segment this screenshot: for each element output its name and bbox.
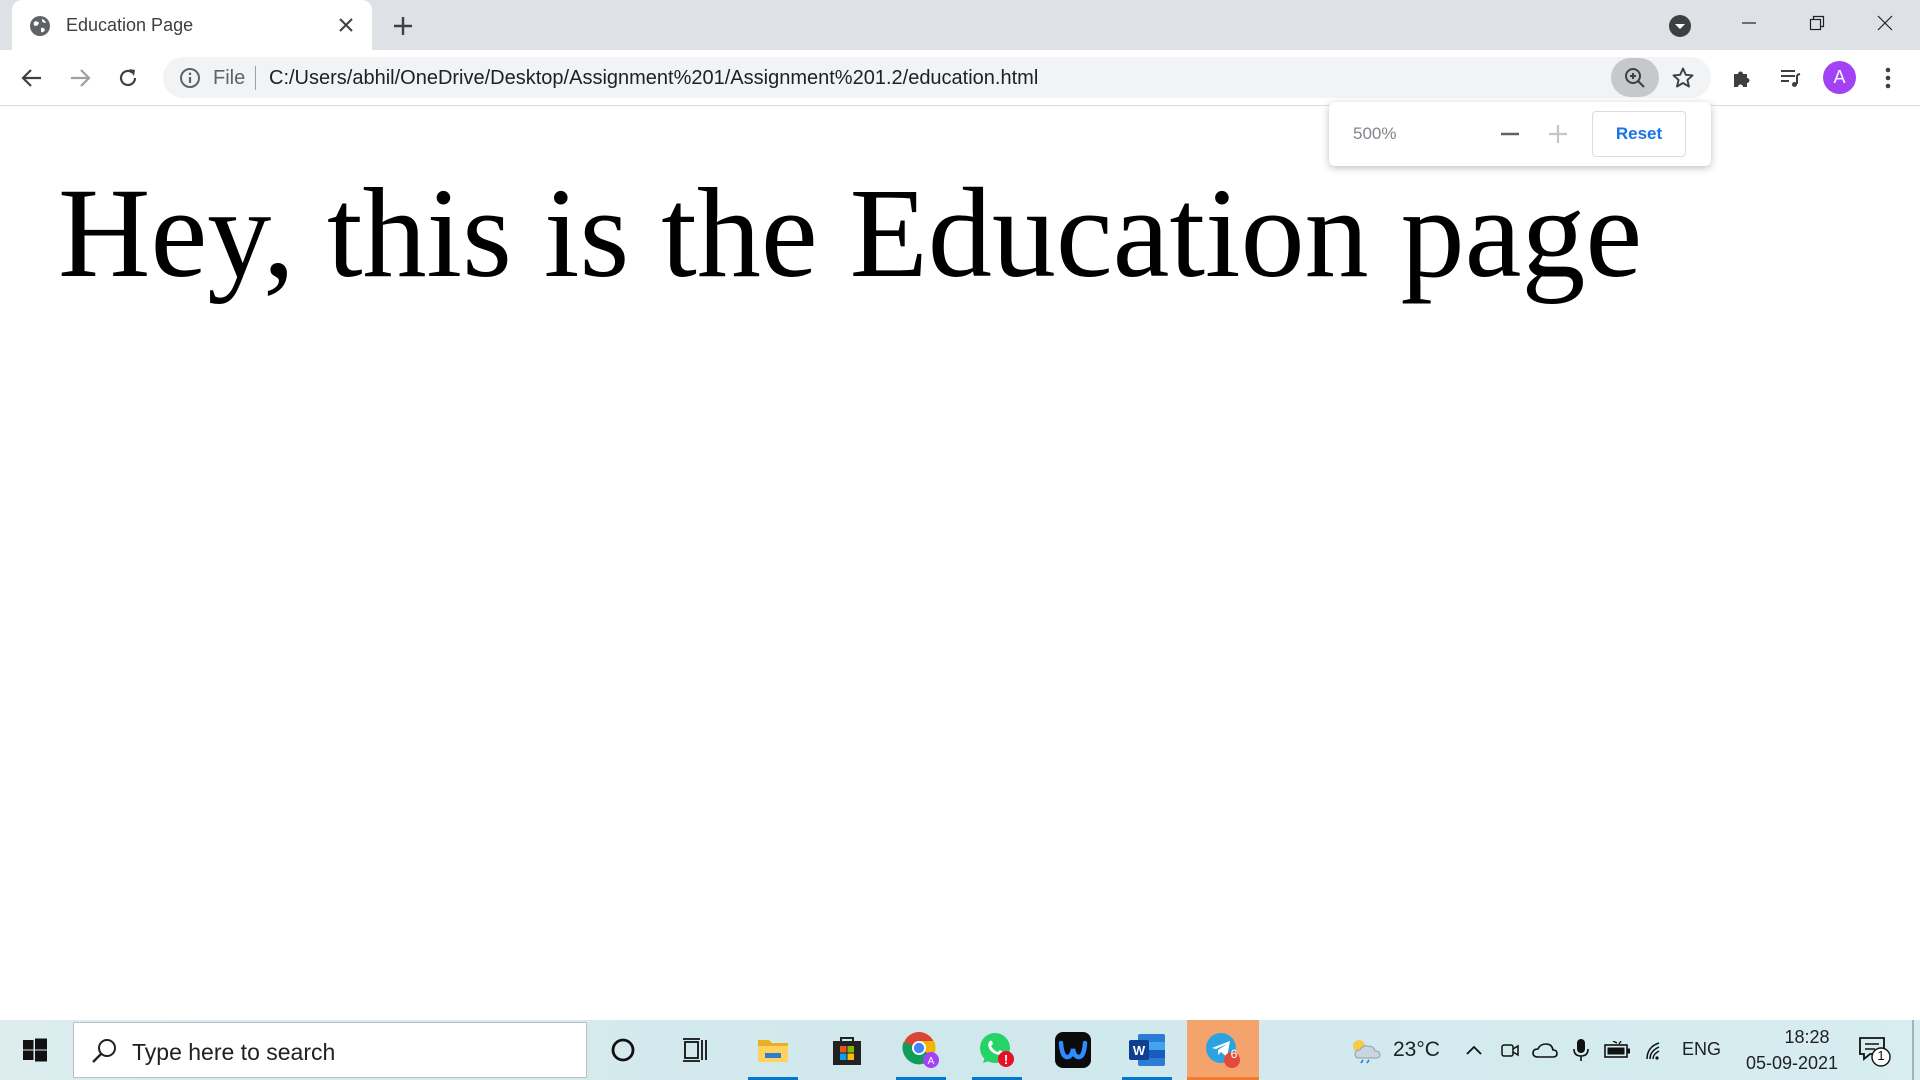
- tab-search-icon[interactable]: [1668, 14, 1692, 38]
- svg-text:!: !: [1004, 1052, 1008, 1067]
- taskbar-word[interactable]: W: [1114, 1020, 1180, 1080]
- microphone-button[interactable]: [1568, 1020, 1594, 1080]
- windows-logo-icon: [23, 1038, 47, 1062]
- info-icon[interactable]: [179, 67, 201, 89]
- taskbar-whatsapp[interactable]: !: [964, 1020, 1030, 1080]
- zoom-out-button[interactable]: [1495, 119, 1525, 149]
- taskbar-chrome[interactable]: A: [888, 1020, 954, 1080]
- telegram-unread-badge: 6: [1230, 1047, 1238, 1061]
- back-button[interactable]: [18, 64, 46, 92]
- restore-icon: [1809, 15, 1825, 31]
- extensions-button[interactable]: [1727, 63, 1757, 93]
- word-icon: W: [1129, 1034, 1165, 1066]
- profile-avatar[interactable]: A: [1823, 61, 1856, 94]
- playlist-music-icon: [1781, 70, 1801, 87]
- plus-icon: [394, 17, 412, 35]
- browser-toolbar: File C:/Users/abhil/OneDrive/Desktop/Ass…: [0, 50, 1920, 106]
- weather-rain-icon: [1353, 1040, 1381, 1064]
- chrome-menu-button[interactable]: [1874, 63, 1902, 93]
- file-explorer-icon: [758, 1040, 788, 1062]
- task-view-icon: [683, 1038, 707, 1062]
- chrome-icon: A: [902, 1032, 939, 1068]
- chevron-up-icon: [1466, 1045, 1482, 1055]
- close-window-button[interactable]: [1864, 6, 1906, 40]
- action-center-button[interactable]: 1: [1856, 1034, 1892, 1068]
- onedrive-icon: [1532, 1043, 1558, 1058]
- tab-close-icon[interactable]: [335, 14, 357, 36]
- star-icon: [1672, 67, 1694, 88]
- taskbar-microsoft-store[interactable]: [814, 1020, 880, 1080]
- whatsapp-icon: !: [980, 1033, 1014, 1067]
- address-separator: [255, 66, 256, 90]
- battery-charging-icon: [1604, 1041, 1630, 1058]
- taskbar-telegram[interactable]: 6: [1187, 1020, 1259, 1080]
- minimize-button[interactable]: [1728, 6, 1770, 40]
- tab-title: Education Page: [66, 15, 194, 35]
- network-button[interactable]: [1642, 1020, 1672, 1080]
- battery-button[interactable]: [1602, 1020, 1634, 1080]
- cortana-icon: [611, 1038, 635, 1062]
- microsoft-store-icon: [833, 1037, 861, 1065]
- taskbar: Type here to search A ! W 6 23°C ENG 18:…: [0, 1020, 1920, 1080]
- minus-icon: [1501, 132, 1519, 136]
- media-controls-button[interactable]: [1775, 63, 1805, 93]
- globe-icon: [30, 16, 50, 36]
- search-placeholder: Type here to search: [132, 1039, 336, 1065]
- start-button[interactable]: [0, 1020, 70, 1080]
- address-bar[interactable]: File C:/Users/abhil/OneDrive/Desktop/Ass…: [163, 57, 1711, 98]
- webex-icon: [1055, 1032, 1091, 1068]
- taskbar-search-box[interactable]: Type here to search: [73, 1022, 587, 1078]
- reload-button[interactable]: [114, 64, 142, 92]
- arrow-left-icon: [21, 69, 41, 87]
- task-view-button[interactable]: [662, 1020, 728, 1080]
- reload-icon: [119, 69, 137, 87]
- meet-now-button[interactable]: [1496, 1020, 1524, 1080]
- restore-button[interactable]: [1796, 6, 1838, 40]
- minimize-icon: [1742, 22, 1756, 24]
- microphone-icon: [1573, 1039, 1589, 1061]
- url-text[interactable]: C:/Users/abhil/OneDrive/Desktop/Assignme…: [269, 67, 1038, 89]
- svg-text:A: A: [928, 1056, 935, 1067]
- plus-icon: [1549, 125, 1567, 143]
- forward-button[interactable]: [66, 64, 94, 92]
- new-tab-button[interactable]: [390, 13, 416, 39]
- notification-count: 1: [1877, 1048, 1885, 1063]
- cortana-button[interactable]: [590, 1020, 656, 1080]
- page-heading: Hey, this is the Education page: [58, 162, 1643, 304]
- meet-now-icon: [1501, 1044, 1519, 1057]
- wifi-icon: [1646, 1042, 1660, 1060]
- clock-date[interactable]: 05-09-2021: [1732, 1053, 1852, 1074]
- zoom-in-button[interactable]: [1543, 119, 1573, 149]
- zoom-reset-button[interactable]: Reset: [1592, 111, 1686, 157]
- tab-strip: Education Page: [0, 0, 1920, 51]
- taskbar-webex[interactable]: [1040, 1020, 1106, 1080]
- taskbar-file-explorer[interactable]: [740, 1020, 806, 1080]
- show-hidden-icons-button[interactable]: [1460, 1020, 1488, 1080]
- zoom-in-icon: [1625, 67, 1645, 88]
- svg-text:W: W: [1133, 1043, 1146, 1058]
- zoom-level: 500%: [1353, 124, 1397, 143]
- weather-button[interactable]: [1346, 1020, 1386, 1080]
- zoom-button[interactable]: [1611, 58, 1659, 97]
- bookmark-button[interactable]: [1668, 63, 1698, 93]
- show-desktop-button[interactable]: [1912, 1020, 1914, 1080]
- weather-temperature[interactable]: 23°C: [1393, 1038, 1440, 1062]
- onedrive-button[interactable]: [1530, 1020, 1560, 1080]
- input-language[interactable]: ENG: [1682, 1039, 1721, 1060]
- close-icon: [1877, 15, 1893, 31]
- zoom-popup: 500% Reset: [1329, 102, 1711, 166]
- puzzle-icon: [1734, 71, 1750, 87]
- tab-education-page[interactable]: Education Page: [12, 0, 372, 51]
- search-icon: [92, 1039, 116, 1063]
- url-scheme: File: [213, 67, 246, 89]
- arrow-right-icon: [71, 69, 91, 87]
- more-vert-icon: [1885, 67, 1891, 89]
- clock-time[interactable]: 18:28: [1762, 1027, 1852, 1048]
